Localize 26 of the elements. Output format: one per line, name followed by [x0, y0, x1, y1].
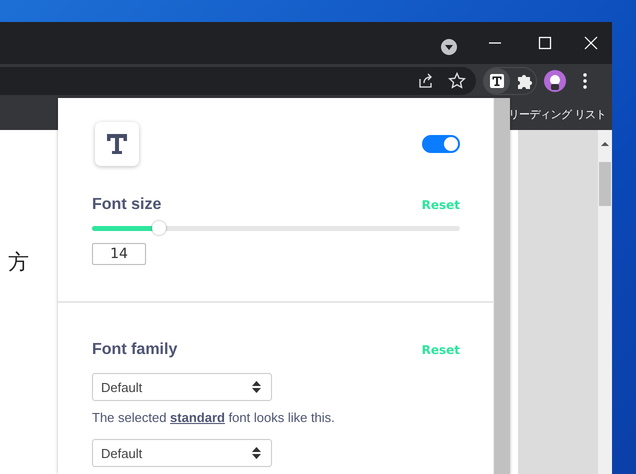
share-icon[interactable]	[418, 73, 434, 89]
close-icon[interactable]	[584, 36, 598, 50]
preview-sentence: The selected standard font looks like this.	[92, 410, 336, 425]
text-extension-icon[interactable]	[484, 68, 512, 94]
font-size-field[interactable]: 14	[92, 243, 146, 265]
page-text: 方	[8, 249, 29, 276]
maximize-icon[interactable]	[538, 36, 552, 50]
scrollbar[interactable]	[598, 130, 612, 474]
section-title: Font family	[92, 341, 178, 359]
scrollbar[interactable]	[493, 98, 510, 474]
puzzle-icon[interactable]	[516, 72, 534, 90]
menu-icon[interactable]	[582, 72, 588, 90]
avatar-icon[interactable]	[544, 70, 566, 92]
dropdown-icon[interactable]	[440, 38, 458, 56]
font-select[interactable]: Default	[92, 373, 272, 401]
scroll-thumb[interactable]	[599, 162, 611, 206]
reading-list-button[interactable]: リーディング リスト	[508, 106, 606, 122]
enable-toggle[interactable]	[422, 135, 460, 153]
slider-thumb[interactable]	[152, 221, 166, 235]
slider-track[interactable]	[92, 221, 460, 235]
sort-caret-icon	[252, 447, 261, 459]
font-select[interactable]: Default	[92, 439, 272, 467]
scroll-up-icon[interactable]	[600, 140, 610, 148]
sort-caret-icon	[252, 381, 261, 393]
section-title: Font size	[92, 196, 162, 214]
star-icon[interactable]	[448, 72, 466, 90]
